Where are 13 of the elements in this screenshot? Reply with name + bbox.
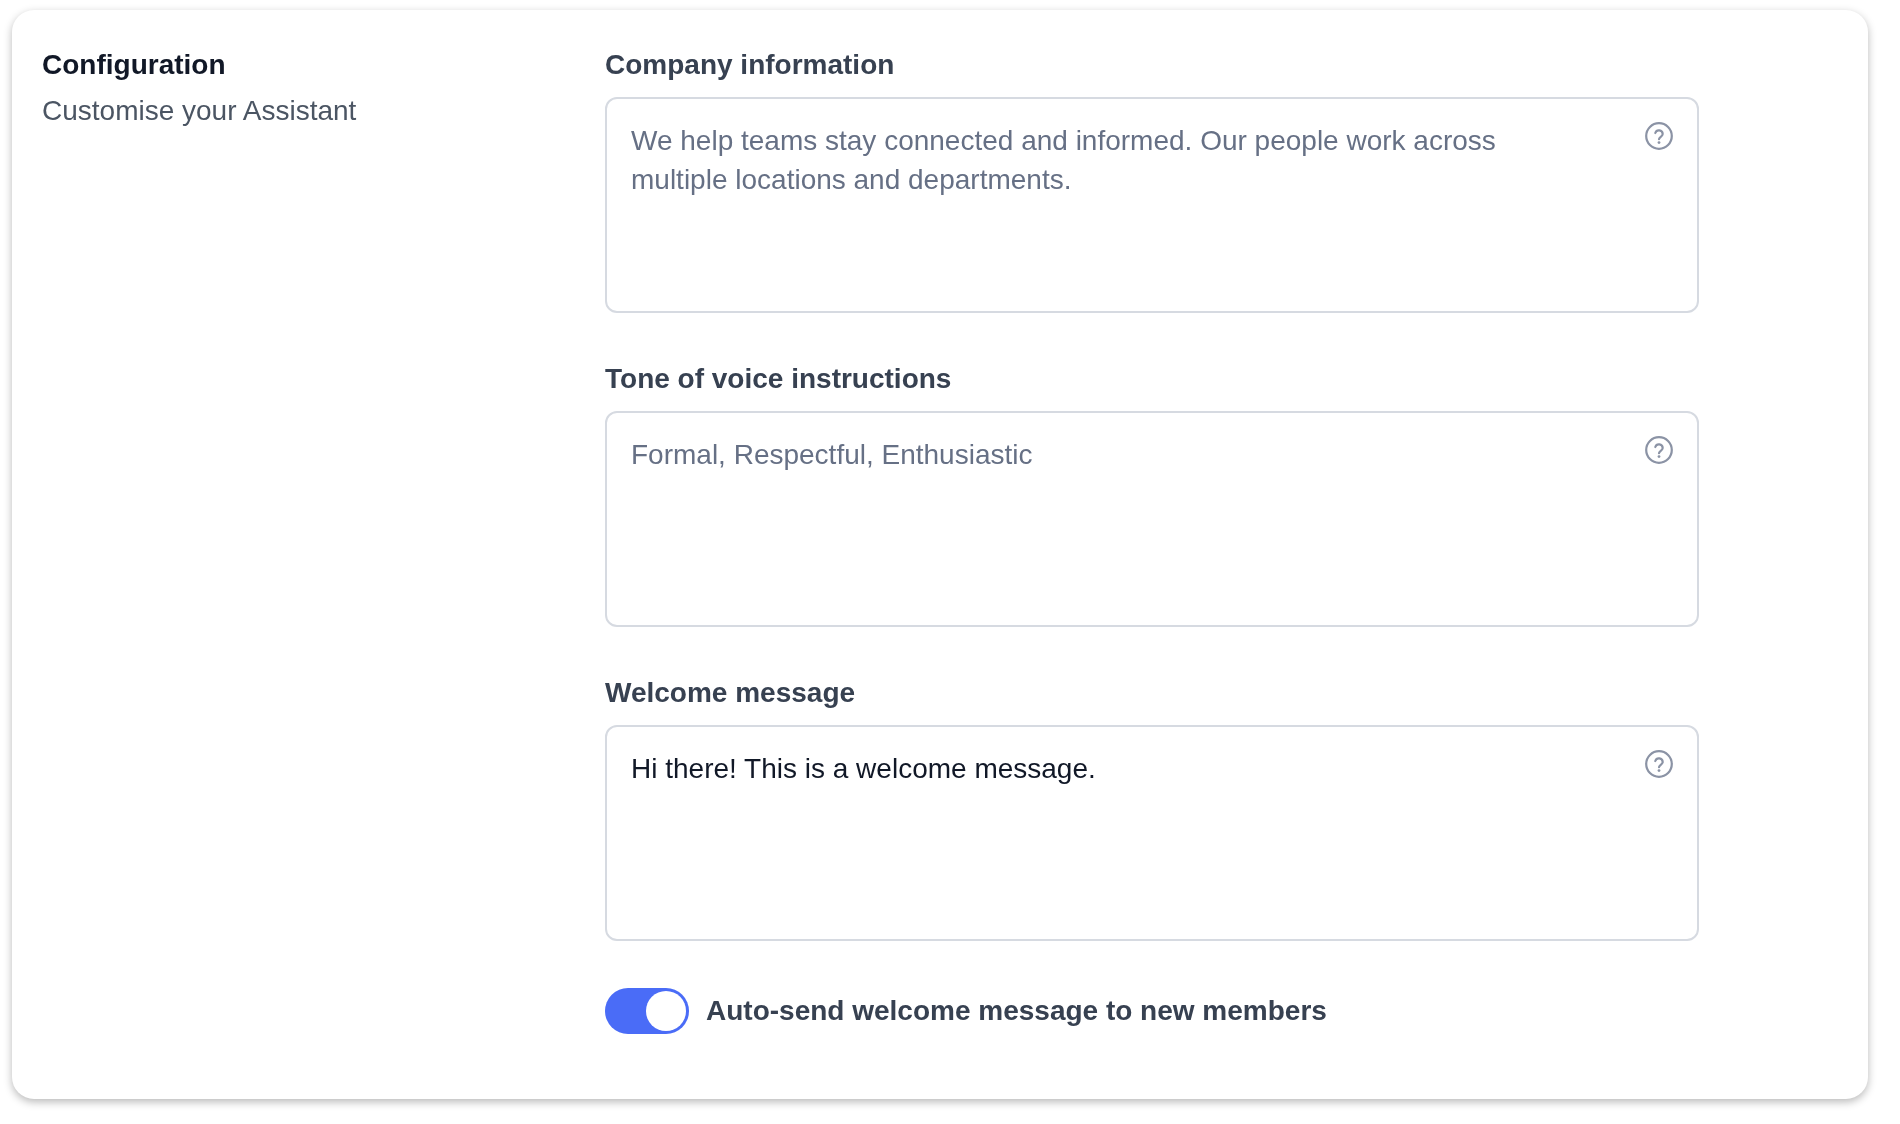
field-label: Company information <box>605 48 895 82</box>
field-label: Tone of voice instructions <box>605 362 952 396</box>
section-title: Configuration <box>42 48 226 82</box>
text-area[interactable]: We help teams stay connected and informed. Our people work across multiple locations and departments. <box>605 97 1699 313</box>
field-label: Welcome message <box>605 676 856 710</box>
help-icon[interactable] <box>1645 122 1673 150</box>
section-subtitle: Customise your Assistant <box>42 94 357 128</box>
toggle-label: Auto-send welcome message to new members <box>706 994 1327 1028</box>
toggle-switch[interactable] <box>605 988 689 1034</box>
text-area[interactable]: Hi there! This is a welcome message. <box>605 725 1699 941</box>
help-icon[interactable] <box>1645 436 1673 464</box>
text-area[interactable]: Formal, Respectful, Enthusiastic <box>605 411 1699 627</box>
help-icon[interactable] <box>1645 750 1673 778</box>
